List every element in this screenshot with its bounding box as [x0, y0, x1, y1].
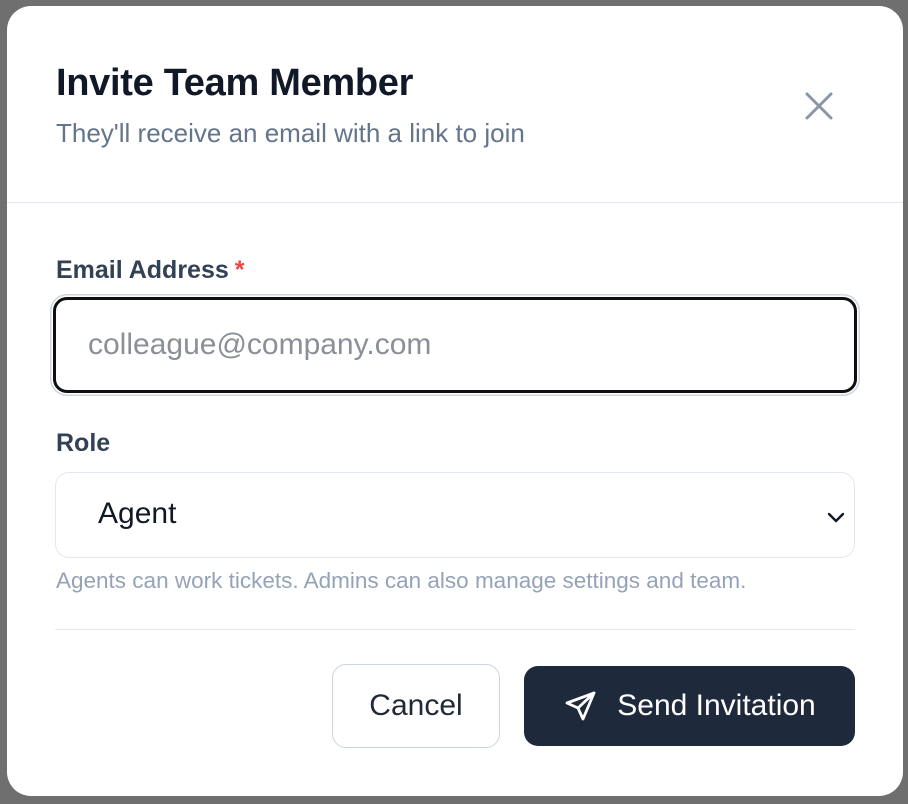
email-label-text: Email Address [56, 256, 229, 284]
footer-divider [55, 629, 855, 630]
invite-dialog: Invite Team Member They'll receive an em… [7, 6, 903, 796]
role-label: Role [56, 429, 111, 457]
chevron-down-icon [827, 512, 845, 523]
cancel-button[interactable]: Cancel [332, 664, 500, 748]
dialog-header: Invite Team Member They'll receive an em… [7, 6, 903, 203]
dialog-subtitle: They'll receive an email with a link to … [56, 118, 525, 148]
email-field[interactable] [53, 297, 857, 393]
paper-plane-icon [563, 688, 599, 724]
role-select[interactable]: Agent [55, 472, 855, 558]
send-invitation-label: Send Invitation [617, 689, 816, 722]
close-button[interactable] [799, 86, 839, 126]
role-hint: Agents can work tickets. Admins can also… [56, 568, 747, 593]
role-selected-value: Agent [98, 497, 177, 530]
dialog-title: Invite Team Member [56, 62, 414, 104]
close-icon [805, 92, 833, 120]
required-marker: * [234, 256, 245, 284]
send-invitation-button[interactable]: Send Invitation [524, 666, 855, 746]
email-label: Email Address * [56, 256, 245, 285]
